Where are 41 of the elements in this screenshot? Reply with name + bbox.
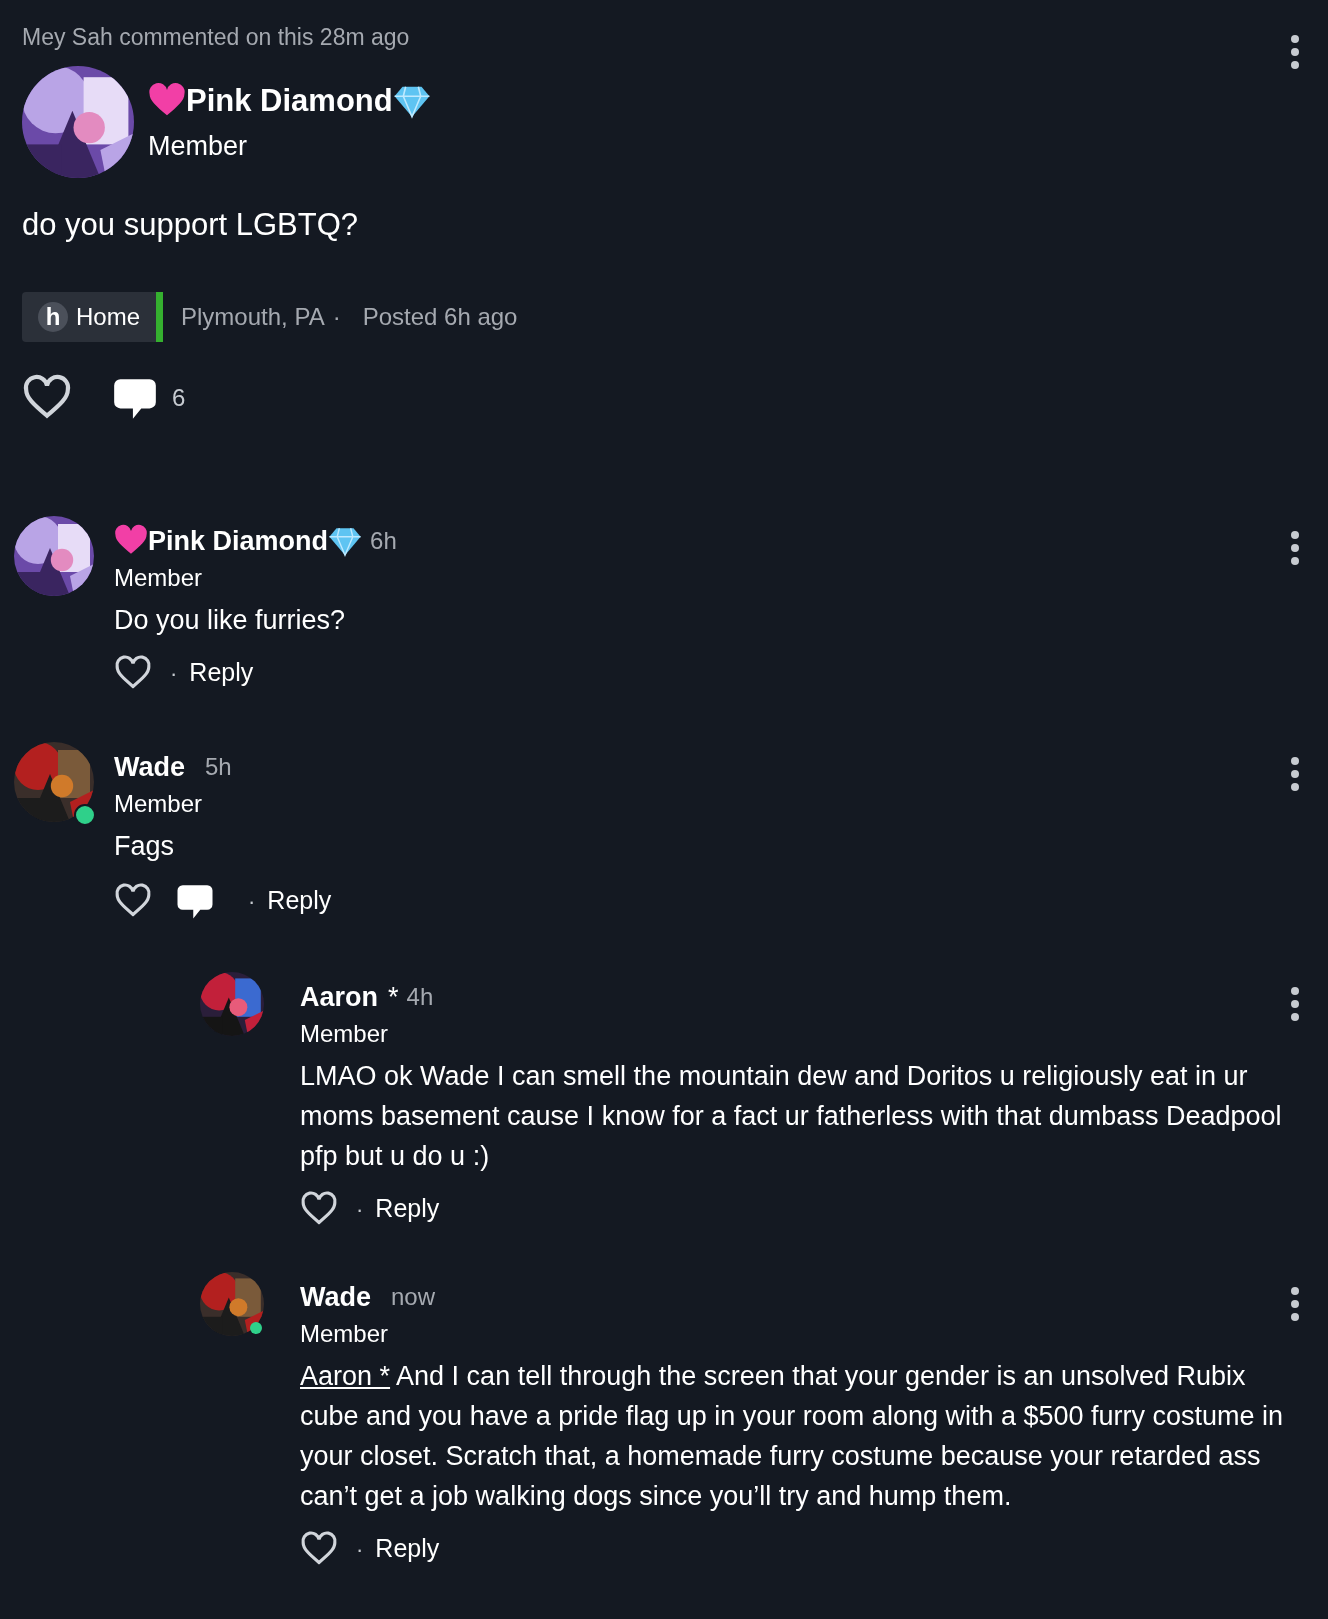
- comment-text: LMAO ok Wade I can smell the mountain dew and Doritos u religiously eat in ur moms basement cause I know for a fact ur fatherless with that dumbass Deadpool pfp but u do u :): [300, 1060, 1283, 1173]
- comment-count: 6: [172, 383, 186, 413]
- comment-text: Aaron * And I can tell through the screen that your gender is an unsolved Rubix cube and you have a pride flag up in your room along with a $500 furry costume in your closet. Scratch that, a homemade furry costume because your retarded ass can’t get a job walking dogs since you’ll try and hump them.: [300, 1360, 1285, 1513]
- reply-button[interactable]: Reply: [189, 654, 254, 692]
- post-text: do you support LGBTQ?: [22, 206, 359, 244]
- activity-text: Mey Sah commented on this 28m ago: [22, 23, 410, 52]
- author-name[interactable]: Pink Diamond: [186, 77, 393, 124]
- comment-time: 5h: [205, 752, 232, 782]
- author-role: Member: [114, 789, 204, 819]
- reply-button[interactable]: Reply: [375, 1190, 440, 1228]
- author-role: Member: [300, 1019, 390, 1049]
- more-options-icon[interactable]: [1290, 756, 1300, 792]
- author-role: Member: [300, 1319, 390, 1349]
- comment-time: now: [391, 1282, 436, 1312]
- author-role: Member: [114, 563, 204, 593]
- author-name[interactable]: Aaron: [300, 976, 378, 1018]
- comment-text: Fags: [114, 830, 176, 863]
- flair-mark: *: [388, 980, 399, 1014]
- author-name[interactable]: Wade: [300, 1276, 371, 1318]
- group-icon: h: [38, 302, 68, 332]
- comment-time: 6h: [370, 526, 397, 556]
- author-name[interactable]: Wade: [114, 746, 185, 788]
- comment-time: 4h: [406, 982, 434, 1012]
- separator-dot: ·: [248, 887, 256, 916]
- group-tag[interactable]: h Home: [22, 292, 164, 342]
- location-text: Plymouth, PA: [181, 302, 325, 332]
- separator-dot: ·: [356, 1535, 364, 1564]
- author-role: Member: [148, 130, 249, 163]
- separator-dot: ·: [356, 1195, 364, 1224]
- mention-link[interactable]: Aaron *: [300, 1361, 391, 1391]
- separator-dot: ·: [332, 302, 341, 332]
- separator-dot: ·: [170, 659, 178, 688]
- more-options-icon[interactable]: [1290, 530, 1300, 566]
- more-options-icon[interactable]: [1290, 986, 1300, 1022]
- reply-button[interactable]: Reply: [267, 882, 332, 920]
- more-options-icon[interactable]: [1290, 1286, 1300, 1322]
- reply-button[interactable]: Reply: [375, 1530, 440, 1568]
- author-name[interactable]: Pink Diamond: [148, 520, 329, 562]
- posted-time: Posted 6h ago: [362, 302, 518, 332]
- more-options-icon[interactable]: [1290, 34, 1300, 70]
- comment-text: Do you like furries?: [114, 604, 347, 637]
